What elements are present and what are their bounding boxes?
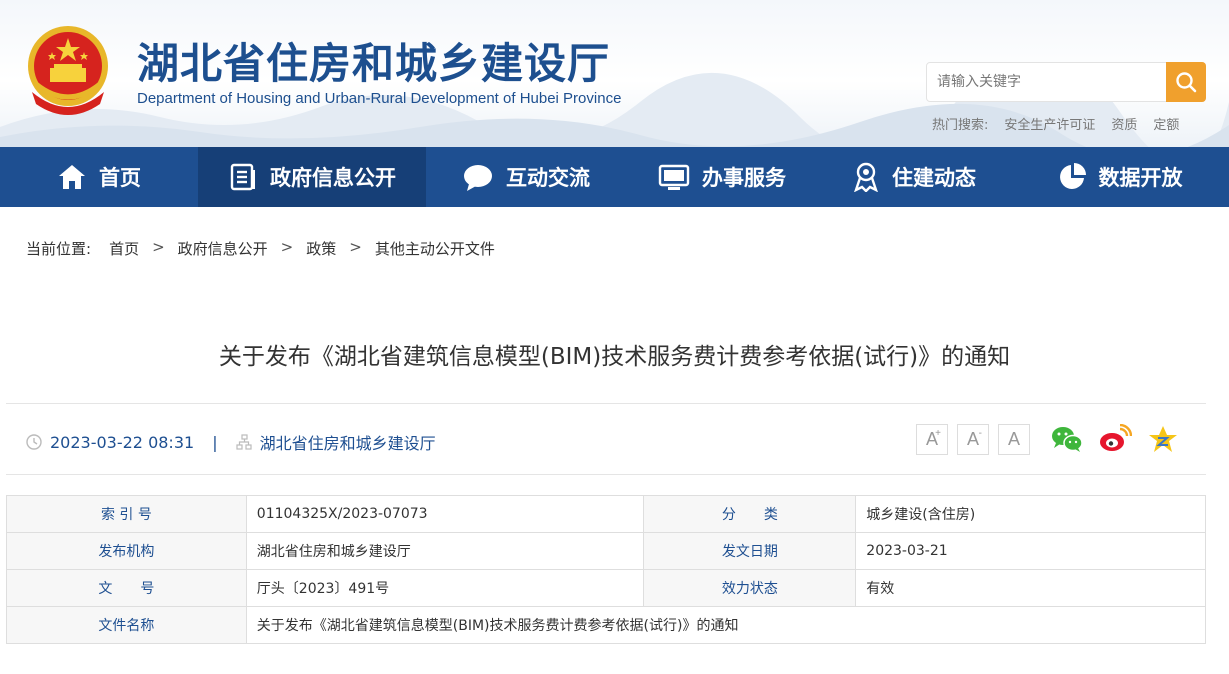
font-decrease-mark: -	[978, 428, 982, 439]
font-decrease-button[interactable]: A-	[957, 424, 989, 455]
issue-date-value: 2023-03-21	[855, 532, 1206, 570]
publisher-value: 湖北省住房和城乡建设厅	[245, 532, 645, 570]
organization-icon	[235, 434, 252, 450]
search-box	[926, 62, 1206, 102]
chat-bubble-icon	[464, 165, 492, 191]
document-number-label: 文 号	[6, 569, 247, 607]
font-decrease-glyph: A	[966, 429, 979, 449]
search-input[interactable]	[927, 63, 1166, 101]
nav-item-interaction[interactable]: 互动交流	[426, 147, 626, 207]
weibo-icon[interactable]	[1098, 424, 1132, 454]
meta-separator: |	[212, 432, 218, 452]
table-row: 索 引 号 01104325X/2023-07073 分 类 城乡建设(含住房)	[6, 495, 1206, 533]
main-nav: 首页 政府信息公开 互动交流 办事服务 住建动态 数据开放	[0, 147, 1229, 207]
nav-label: 数据开放	[1098, 166, 1183, 190]
nav-item-services[interactable]: 办事服务	[626, 147, 818, 207]
index-number-label: 索 引 号	[6, 495, 247, 533]
document-name-label: 文件名称	[6, 606, 247, 644]
validity-value: 有效	[855, 569, 1206, 607]
breadcrumb-item[interactable]: 首页	[109, 238, 139, 259]
search-icon	[1176, 72, 1197, 93]
table-row: 文件名称 关于发布《湖北省建筑信息模型(BIM)技术服务费计费参考依据(试行)》…	[6, 606, 1207, 644]
share-buttons	[1050, 424, 1180, 454]
document-name-value: 关于发布《湖北省建筑信息模型(BIM)技术服务费计费参考依据(试行)》的通知	[245, 606, 1207, 644]
divider	[6, 474, 1206, 475]
category-label: 分 类	[643, 495, 857, 533]
validity-label: 效力状态	[643, 569, 857, 607]
font-size-controls: A + A- A	[916, 424, 1030, 455]
home-icon	[59, 165, 85, 189]
article-title: 关于发布《湖北省建筑信息模型(BIM)技术服务费计费参考依据(试行)》的通知	[218, 344, 1011, 370]
font-reset-button[interactable]: A	[998, 424, 1030, 455]
divider	[6, 403, 1206, 404]
issue-date-label: 发文日期	[643, 532, 857, 570]
nav-label: 政府信息公开	[270, 166, 396, 190]
publish-source: 湖北省住房和城乡建设厅	[259, 434, 436, 453]
site-title: 湖北省住房和城乡建设厅	[137, 39, 611, 88]
nav-item-home[interactable]: 首页	[0, 147, 198, 207]
font-reset-glyph: A	[1007, 429, 1020, 449]
index-number-value: 01104325X/2023-07073	[245, 495, 645, 533]
category-value: 城乡建设(含住房)	[855, 495, 1206, 533]
nav-label: 住建动态	[892, 166, 976, 190]
nav-item-news[interactable]: 住建动态	[818, 147, 1010, 207]
breadcrumb-item[interactable]: 政府信息公开	[178, 238, 268, 259]
nav-item-data[interactable]: 数据开放	[1010, 147, 1229, 207]
document-info-table: 索 引 号 01104325X/2023-07073 分 类 城乡建设(含住房)…	[6, 495, 1207, 644]
site-header: 湖北省住房和城乡建设厅 Department of Housing and Ur…	[0, 0, 1229, 147]
hot-search-item[interactable]: 资质	[1111, 114, 1137, 133]
hot-search-item[interactable]: 定额	[1153, 114, 1179, 133]
publish-datetime: 2023-03-22 08:31	[50, 432, 195, 452]
breadcrumb-separator: >	[280, 238, 294, 256]
article-meta: 2023-03-22 08:31 | 湖北省住房和城乡建设厅	[26, 430, 436, 454]
font-increase-mark: +	[935, 428, 941, 439]
hot-search-item[interactable]: 安全生产许可证	[1004, 114, 1095, 133]
nav-label: 首页	[99, 166, 141, 190]
breadcrumb: 当前位置: 首页 > 政府信息公开 > 政策 > 其他主动公开文件	[26, 238, 495, 259]
breadcrumb-item[interactable]: 政策	[306, 238, 336, 259]
document-list-icon	[230, 163, 255, 191]
font-increase-button[interactable]: A +	[916, 424, 948, 455]
nav-label: 办事服务	[702, 166, 786, 190]
monitor-icon	[658, 164, 690, 190]
hot-search: 热门搜索: 安全生产许可证 资质 定额	[932, 114, 1179, 133]
person-badge-icon	[854, 162, 878, 192]
national-emblem-icon	[28, 26, 108, 115]
nav-item-gov-info[interactable]: 政府信息公开	[198, 147, 426, 207]
qzone-star-icon[interactable]	[1146, 424, 1180, 454]
pie-chart-icon	[1059, 163, 1086, 189]
nav-label: 互动交流	[506, 166, 590, 190]
hot-search-label: 热门搜索:	[932, 118, 989, 133]
search-button[interactable]	[1166, 62, 1206, 102]
publisher-label: 发布机构	[6, 532, 247, 570]
breadcrumb-separator: >	[349, 238, 362, 256]
table-row: 发布机构 湖北省住房和城乡建设厅 发文日期 2023-03-21	[6, 532, 1206, 570]
wechat-icon[interactable]	[1050, 424, 1084, 454]
breadcrumb-label: 当前位置:	[26, 240, 92, 258]
clock-icon	[26, 434, 42, 450]
breadcrumb-separator: >	[152, 238, 165, 256]
site-subtitle: Department of Housing and Urban-Rural De…	[137, 90, 622, 107]
table-row: 文 号 厅头〔2023〕491号 效力状态 有效	[6, 569, 1206, 607]
breadcrumb-item[interactable]: 其他主动公开文件	[375, 238, 495, 259]
document-number-value: 厅头〔2023〕491号	[245, 569, 645, 607]
